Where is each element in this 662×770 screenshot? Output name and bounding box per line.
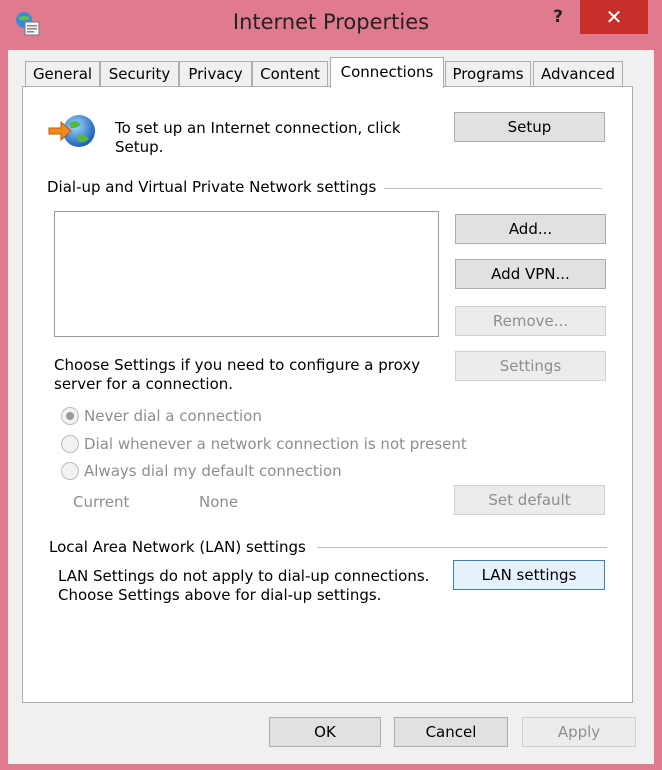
setup-text-line2: Setup.	[115, 138, 164, 156]
lan-group-divider	[317, 547, 607, 548]
never-dial-radio[interactable]	[61, 407, 79, 425]
setup-button[interactable]: Setup	[454, 112, 605, 142]
add-button[interactable]: Add...	[455, 214, 606, 244]
never-dial-label: Never dial a connection	[84, 407, 262, 425]
connection-wizard-icon	[47, 111, 99, 151]
proxy-text-line2: server for a connection.	[54, 375, 234, 393]
current-value: None	[199, 493, 239, 511]
connections-panel: To set up an Internet connection, click …	[22, 86, 633, 703]
lan-group-label: Local Area Network (LAN) settings	[49, 538, 306, 556]
ok-button[interactable]: OK	[269, 717, 381, 747]
help-button[interactable]: ?	[540, 2, 576, 32]
dial-whenever-radio[interactable]	[61, 435, 79, 453]
lan-settings-button[interactable]: LAN settings	[453, 560, 605, 590]
tab-security[interactable]: Security	[100, 61, 179, 87]
lan-text-line2: Choose Settings above for dial-up settin…	[58, 586, 382, 604]
connections-list[interactable]	[54, 211, 439, 337]
set-default-button[interactable]: Set default	[454, 485, 605, 515]
lan-text-line1: LAN Settings do not apply to dial-up con…	[58, 567, 430, 585]
tab-general[interactable]: General	[25, 61, 100, 87]
remove-button[interactable]: Remove...	[455, 306, 606, 336]
apply-button[interactable]: Apply	[522, 717, 636, 747]
settings-button[interactable]: Settings	[455, 351, 606, 381]
cancel-button[interactable]: Cancel	[394, 717, 508, 747]
always-dial-label: Always dial my default connection	[84, 462, 342, 480]
dialup-group-label: Dial-up and Virtual Private Network sett…	[47, 178, 377, 196]
proxy-text-line1: Choose Settings if you need to configure…	[54, 356, 421, 374]
tab-content[interactable]: Content	[252, 61, 328, 87]
tab-connections[interactable]: Connections	[330, 57, 444, 88]
dialup-group-divider	[384, 188, 602, 189]
dialog-client: General Security Privacy Content Connect…	[8, 50, 654, 764]
tab-advanced[interactable]: Advanced	[533, 61, 623, 87]
title-bar: Internet Properties ? ✕	[0, 0, 662, 50]
setup-text-line1: To set up an Internet connection, click	[115, 119, 401, 137]
always-dial-radio[interactable]	[61, 462, 79, 480]
add-vpn-button[interactable]: Add VPN...	[455, 259, 606, 289]
tab-programs[interactable]: Programs	[445, 61, 531, 87]
dial-whenever-label: Dial whenever a network connection is no…	[84, 435, 467, 453]
close-button[interactable]: ✕	[580, 0, 648, 34]
tab-privacy[interactable]: Privacy	[179, 61, 252, 87]
current-label: Current	[73, 493, 130, 511]
